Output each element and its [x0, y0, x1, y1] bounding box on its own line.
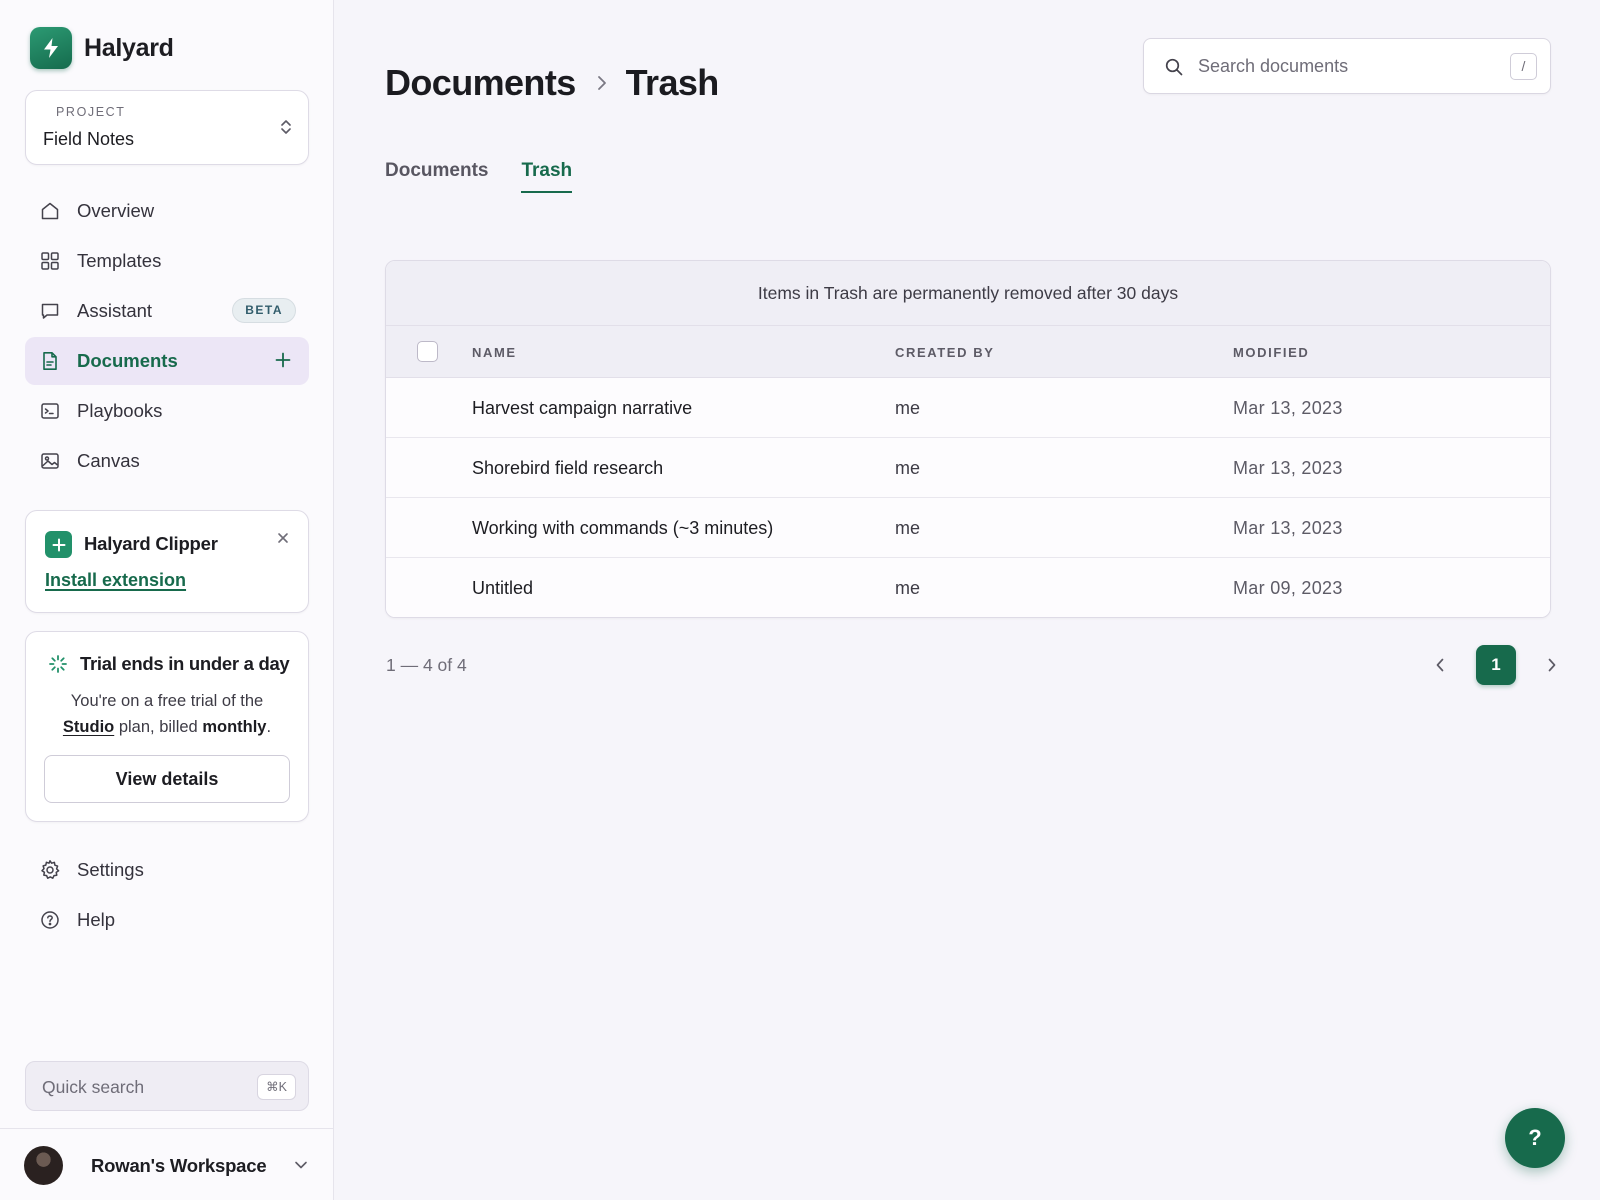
clipper-title: Halyard Clipper — [84, 533, 218, 554]
trial-text: You're on a free trial of the — [70, 692, 264, 710]
sidebar-item-canvas[interactable]: Canvas — [25, 437, 309, 485]
terminal-icon — [39, 400, 61, 422]
trash-notice: Items in Trash are permanently removed a… — [386, 261, 1550, 326]
sidebar-item-help[interactable]: Help — [25, 896, 309, 944]
sidebar-nav: Overview Templates Assistant BETA Docume… — [25, 187, 309, 487]
previous-page-button[interactable] — [1420, 645, 1460, 685]
modified-date: Mar 13, 2023 — [1233, 458, 1343, 478]
trial-text: plan, billed — [118, 718, 198, 736]
created-by: me — [895, 458, 921, 478]
brand-name: Halyard — [84, 33, 174, 62]
modified-date: Mar 13, 2023 — [1233, 398, 1343, 418]
search-box[interactable]: / — [1143, 38, 1551, 94]
document-name[interactable]: Shorebird field research — [472, 458, 663, 479]
modified-date: Mar 13, 2023 — [1233, 518, 1343, 538]
quick-search-shortcut: ⌘K — [257, 1074, 296, 1100]
sidebar-item-templates[interactable]: Templates — [25, 237, 309, 285]
created-by: me — [895, 578, 921, 598]
table-row[interactable]: Harvest campaign narrative me Mar 13, 20… — [386, 378, 1550, 438]
clipper-card: Halyard Clipper Install extension — [25, 510, 309, 613]
sidebar-item-label: Templates — [77, 250, 162, 271]
chevron-down-icon — [294, 1160, 308, 1170]
tab-trash[interactable]: Trash — [521, 160, 573, 193]
sidebar-item-label: Canvas — [77, 450, 140, 471]
brand[interactable]: Halyard — [30, 27, 174, 69]
grid-icon — [39, 250, 61, 272]
project-label: PROJECT — [56, 105, 126, 119]
next-page-button[interactable] — [1532, 645, 1572, 685]
help-button[interactable]: ? — [1505, 1108, 1565, 1168]
modified-date: Mar 09, 2023 — [1233, 578, 1343, 598]
sidebar-item-playbooks[interactable]: Playbooks — [25, 387, 309, 435]
sidebar-item-label: Settings — [77, 859, 144, 880]
chat-icon — [39, 300, 61, 322]
created-by: me — [895, 518, 921, 538]
created-by: me — [895, 398, 921, 418]
page-title: Trash — [625, 62, 720, 103]
document-name[interactable]: Untitled — [472, 578, 533, 599]
sidebar-item-documents[interactable]: Documents — [25, 337, 309, 385]
view-details-button[interactable]: View details — [44, 755, 290, 803]
page-button-current[interactable]: 1 — [1476, 645, 1516, 685]
billing-period: monthly — [202, 718, 267, 736]
sidebar-item-label: Overview — [77, 200, 155, 221]
column-header-modified[interactable]: MODIFIED — [1233, 345, 1309, 360]
chevron-up-down-icon — [280, 118, 292, 136]
sidebar-item-overview[interactable]: Overview — [25, 187, 309, 235]
close-icon[interactable] — [276, 531, 290, 545]
table-header: NAME CREATED BY MODIFIED — [386, 326, 1550, 378]
sidebar-item-assistant[interactable]: Assistant BETA — [25, 287, 309, 335]
select-all-checkbox[interactable] — [417, 341, 438, 362]
tab-documents[interactable]: Documents — [385, 160, 488, 193]
table-row[interactable]: Untitled me Mar 09, 2023 — [386, 558, 1550, 617]
quick-search-label: Quick search — [42, 1077, 145, 1097]
plan-link[interactable]: Studio — [63, 718, 114, 736]
sidebar-item-label: Documents — [77, 350, 178, 371]
install-extension-link[interactable]: Install extension — [45, 570, 186, 591]
home-icon — [39, 200, 61, 222]
sidebar: Halyard PROJECT Field Notes Overview Tem… — [0, 0, 334, 1200]
trial-header: Trial ends in under a day — [48, 653, 290, 675]
help-circle-icon — [39, 909, 61, 931]
workspace-switcher[interactable]: Rowan's Workspace — [0, 1128, 334, 1200]
plus-icon — [45, 531, 72, 558]
sidebar-item-settings[interactable]: Settings — [25, 846, 309, 894]
table-row[interactable]: Shorebird field research me Mar 13, 2023 — [386, 438, 1550, 498]
tabs: Documents Trash — [385, 160, 605, 193]
table-row[interactable]: Working with commands (~3 minutes) me Ma… — [386, 498, 1550, 558]
trash-table: Items in Trash are permanently removed a… — [385, 260, 1551, 618]
trial-description: You're on a free trial of the Studio pla… — [26, 688, 308, 740]
trial-card: Trial ends in under a day You're on a fr… — [25, 631, 309, 822]
chevron-right-icon — [596, 74, 608, 92]
document-name[interactable]: Working with commands (~3 minutes) — [472, 518, 773, 539]
workspace-name: Rowan's Workspace — [91, 1155, 267, 1176]
trial-title: Trial ends in under a day — [80, 653, 290, 674]
project-selector[interactable]: PROJECT Field Notes — [25, 90, 309, 165]
document-icon — [39, 350, 61, 372]
quick-search[interactable]: Quick search ⌘K — [25, 1061, 309, 1111]
gear-icon — [39, 859, 61, 881]
breadcrumb: Documents Trash — [385, 62, 719, 104]
search-icon — [1164, 57, 1184, 77]
sidebar-item-label: Assistant — [77, 300, 153, 321]
search-shortcut: / — [1510, 53, 1537, 80]
pagination-range: 1 — 4 of 4 — [386, 655, 467, 675]
project-name: Field Notes — [43, 129, 135, 149]
trial-text: . — [266, 718, 272, 736]
search-input[interactable] — [1198, 49, 1498, 83]
pagination: 1 — [1420, 645, 1572, 685]
add-document-icon[interactable] — [273, 350, 293, 370]
column-header-name[interactable]: NAME — [472, 345, 517, 360]
sidebar-nav-bottom: Settings Help — [25, 846, 309, 946]
loading-spinner-icon — [48, 654, 68, 674]
avatar — [24, 1146, 63, 1185]
beta-badge: BETA — [232, 298, 296, 323]
sidebar-item-label: Help — [77, 909, 116, 930]
sidebar-item-label: Playbooks — [77, 400, 163, 421]
document-name[interactable]: Harvest campaign narrative — [472, 398, 692, 419]
image-icon — [39, 450, 61, 472]
breadcrumb-documents[interactable]: Documents — [385, 62, 576, 104]
column-header-created-by[interactable]: CREATED BY — [895, 345, 995, 360]
bolt-icon — [30, 27, 72, 69]
